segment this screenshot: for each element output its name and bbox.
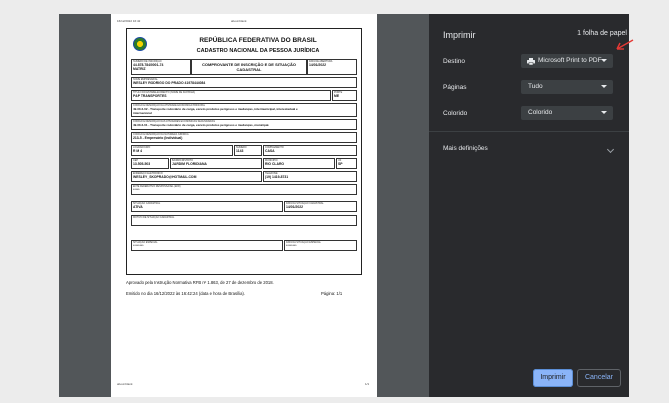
more-settings-toggle[interactable]: Mais definições bbox=[443, 145, 488, 152]
field-natureza-juridica: CÓDIGO E DESCRIÇÃO DA NATUREZA JURÍDICA … bbox=[131, 132, 357, 143]
paginas-select[interactable]: Tudo bbox=[521, 80, 613, 94]
destino-label: Destino bbox=[443, 58, 466, 65]
field-atividade-secundaria: CÓDIGO E DESCRIÇÃO DAS ATIVIDADES ECONÔM… bbox=[131, 119, 357, 130]
field-numero-endereco: NÚMERO 1143 bbox=[234, 145, 262, 156]
colorido-label: Colorido bbox=[443, 110, 468, 117]
field-uf: UF SP bbox=[336, 158, 357, 169]
page-number-text: Página: 1/1 bbox=[321, 291, 343, 296]
paginas-label: Páginas bbox=[443, 84, 467, 91]
certificate-subtitle: CADASTRO NACIONAL DA PESSOA JURÍDICA bbox=[196, 48, 320, 54]
field-bairro: BAIRRO/DISTRITO JARDIM FLORIDIANA bbox=[170, 158, 262, 169]
page-header-date: 16/12/2022 16:42 bbox=[117, 19, 141, 23]
page-header-url: about:blank bbox=[231, 19, 247, 23]
field-nome: NOME EMPRESARIAL WESLEY RODRIGO DO PRADO… bbox=[131, 77, 357, 88]
sheet-count: 1 folha de papel bbox=[577, 30, 627, 37]
field-logradouro: LOGRADOURO R M 4 bbox=[131, 145, 233, 156]
field-fantasia: TÍTULO DO ESTABELECIMENTO (NOME DE FANTA… bbox=[131, 90, 331, 101]
print-preview-area[interactable]: 16/12/2022 16:42 about:blank REPÚBLICA F… bbox=[59, 14, 429, 397]
field-municipio: MUNICÍPIO RIO CLARO bbox=[263, 158, 335, 169]
destino-select[interactable]: Microsoft Print to PDF bbox=[521, 54, 613, 68]
field-atividade-principal: CÓDIGO E DESCRIÇÃO DA ATIVIDADE ECONÔMIC… bbox=[131, 103, 357, 117]
page-footer-count: 1/1 bbox=[365, 382, 370, 386]
settings-divider bbox=[429, 131, 629, 132]
chevron-down-icon bbox=[601, 85, 607, 88]
cancel-button[interactable]: Cancelar bbox=[577, 369, 621, 387]
dialog-title: Imprimir bbox=[443, 30, 476, 40]
colorido-select[interactable]: Colorido bbox=[521, 106, 613, 120]
page-footer-url: about:blank bbox=[117, 382, 133, 386]
print-dialog: 16/12/2022 16:42 about:blank REPÚBLICA F… bbox=[0, 0, 669, 403]
preview-page: 16/12/2022 16:42 about:blank REPÚBLICA F… bbox=[111, 14, 377, 397]
printer-icon bbox=[527, 57, 535, 65]
field-cep: CEP 13.505-503 bbox=[131, 158, 169, 169]
print-settings-panel: Imprimir 1 folha de papel Destino Micros… bbox=[429, 14, 629, 397]
field-telefone: TELEFONE (19) 1419-8731 bbox=[263, 171, 357, 182]
red-arrow-annotation-icon bbox=[616, 39, 634, 50]
certificate-title: REPÚBLICA FEDERATIVA DO BRASIL bbox=[199, 37, 317, 44]
coat-of-arms-icon bbox=[133, 37, 147, 51]
field-porte: PORTE ME bbox=[332, 90, 357, 101]
chevron-down-icon bbox=[601, 59, 607, 62]
expand-chevron-icon[interactable] bbox=[606, 145, 615, 154]
field-data-situacao: DATA DA SITUAÇÃO CADASTRAL 14/01/2022 bbox=[284, 201, 357, 212]
field-motivo: MOTIVO DE SITUAÇÃO CADASTRAL bbox=[131, 215, 357, 226]
print-button[interactable]: Imprimir bbox=[533, 369, 573, 387]
field-situacao-especial: SITUAÇÃO ESPECIAL ******** bbox=[131, 240, 283, 251]
chevron-down-icon bbox=[601, 111, 607, 114]
field-situacao: SITUAÇÃO CADASTRAL ATIVA bbox=[131, 201, 283, 212]
field-comprovante: COMPROVANTE DE INSCRIÇÃO E DE SITUAÇÃO C… bbox=[191, 59, 307, 75]
field-data-especial: DATA DA SITUAÇÃO ESPECIAL ******** bbox=[284, 240, 357, 251]
emitted-text: Emitido no dia 16/12/2022 às 16:42:24 (d… bbox=[126, 291, 245, 296]
approved-text: Aprovado pela Instrução Normativa RFB nº… bbox=[126, 280, 274, 285]
cnpj-certificate: REPÚBLICA FEDERATIVA DO BRASIL CADASTRO … bbox=[126, 28, 362, 275]
field-numero: NÚMERO DE INSCRIÇÃO 44.878.784/0001-74 M… bbox=[131, 59, 191, 75]
field-abertura: DATA DE ABERTURA 14/01/2022 bbox=[307, 59, 357, 75]
field-complemento: COMPLEMENTO CASA bbox=[263, 145, 357, 156]
field-efr: ENTE FEDERATIVO RESPONSÁVEL (EFR) ***** bbox=[131, 184, 357, 195]
field-email: ENDEREÇO ELETRÔNICO WESLEY_SKOPRADO@HOTM… bbox=[131, 171, 262, 182]
